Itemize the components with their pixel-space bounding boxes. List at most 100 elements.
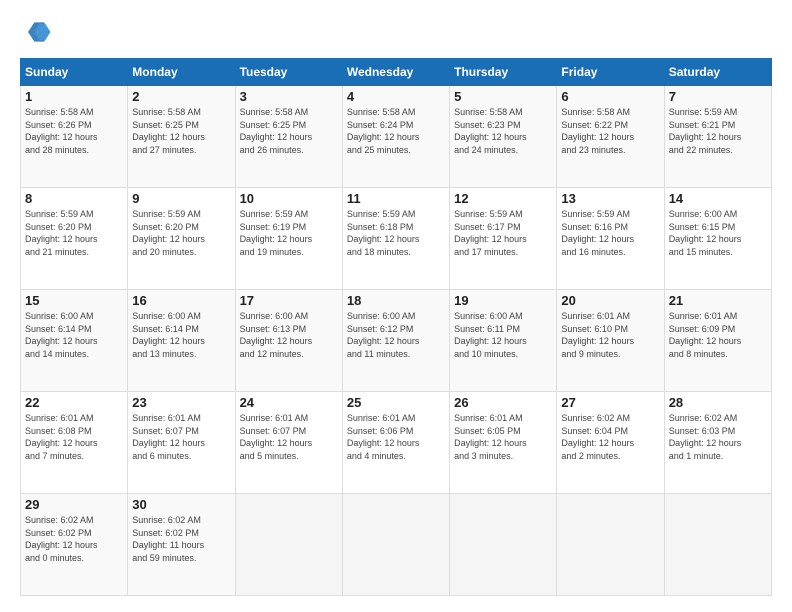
calendar-header-saturday: Saturday (664, 59, 771, 86)
day-info: Sunrise: 5:58 AM Sunset: 6:26 PM Dayligh… (25, 106, 123, 156)
calendar-cell: 26 Sunrise: 6:01 AM Sunset: 6:05 PM Dayli… (450, 392, 557, 494)
calendar-cell: 17 Sunrise: 6:00 AM Sunset: 6:13 PM Dayli… (235, 290, 342, 392)
calendar-cell: 6 Sunrise: 5:58 AM Sunset: 6:22 PM Daylig… (557, 86, 664, 188)
day-info: Sunrise: 6:02 AM Sunset: 6:02 PM Dayligh… (25, 514, 123, 564)
day-info: Sunrise: 6:01 AM Sunset: 6:06 PM Dayligh… (347, 412, 445, 462)
day-number: 10 (240, 191, 338, 206)
calendar-cell: 4 Sunrise: 5:58 AM Sunset: 6:24 PM Daylig… (342, 86, 449, 188)
day-info: Sunrise: 6:00 AM Sunset: 6:14 PM Dayligh… (25, 310, 123, 360)
day-number: 9 (132, 191, 230, 206)
day-info: Sunrise: 6:00 AM Sunset: 6:15 PM Dayligh… (669, 208, 767, 258)
calendar-cell: 16Sunrise: 6:00 AM Sunset: 6:14 PM Dayli… (128, 290, 235, 392)
day-info: Sunrise: 5:58 AM Sunset: 6:25 PM Dayligh… (240, 106, 338, 156)
day-number: 8 (25, 191, 123, 206)
calendar-cell: 20 Sunrise: 6:01 AM Sunset: 6:10 PM Dayli… (557, 290, 664, 392)
calendar-cell (235, 494, 342, 596)
day-number: 5 (454, 89, 552, 104)
day-number: 19 (454, 293, 552, 308)
calendar-cell: 5 Sunrise: 5:58 AM Sunset: 6:23 PM Daylig… (450, 86, 557, 188)
day-number: 18 (347, 293, 445, 308)
day-info: Sunrise: 6:01 AM Sunset: 6:09 PM Dayligh… (669, 310, 767, 360)
calendar-cell: 25 Sunrise: 6:01 AM Sunset: 6:06 PM Dayli… (342, 392, 449, 494)
day-number: 27 (561, 395, 659, 410)
day-number: 14 (669, 191, 767, 206)
day-number: 26 (454, 395, 552, 410)
calendar-cell (450, 494, 557, 596)
calendar-week-2: 8 Sunrise: 5:59 AM Sunset: 6:20 PM Daylig… (21, 188, 772, 290)
day-info: Sunrise: 5:58 AM Sunset: 6:22 PM Dayligh… (561, 106, 659, 156)
day-info: Sunrise: 6:01 AM Sunset: 6:07 PM Dayligh… (132, 412, 230, 462)
day-number: 24 (240, 395, 338, 410)
calendar-header-friday: Friday (557, 59, 664, 86)
calendar-cell: 14 Sunrise: 6:00 AM Sunset: 6:15 PM Dayli… (664, 188, 771, 290)
day-number: 11 (347, 191, 445, 206)
day-info: Sunrise: 5:58 AM Sunset: 6:24 PM Dayligh… (347, 106, 445, 156)
calendar-week-5: 29 Sunrise: 6:02 AM Sunset: 6:02 PM Dayli… (21, 494, 772, 596)
calendar-header-sunday: Sunday (21, 59, 128, 86)
calendar-week-4: 22 Sunrise: 6:01 AM Sunset: 6:08 PM Dayli… (21, 392, 772, 494)
day-number: 21 (669, 293, 767, 308)
day-info: Sunrise: 6:01 AM Sunset: 6:10 PM Dayligh… (561, 310, 659, 360)
calendar-cell: 1 Sunrise: 5:58 AM Sunset: 6:26 PM Daylig… (21, 86, 128, 188)
logo-icon (20, 16, 52, 48)
calendar-cell (342, 494, 449, 596)
calendar-cell (557, 494, 664, 596)
calendar-header-thursday: Thursday (450, 59, 557, 86)
calendar-header-tuesday: Tuesday (235, 59, 342, 86)
calendar-cell: 27 Sunrise: 6:02 AM Sunset: 6:04 PM Dayli… (557, 392, 664, 494)
day-info: Sunrise: 6:00 AM Sunset: 6:13 PM Dayligh… (240, 310, 338, 360)
day-info: Sunrise: 6:02 AM Sunset: 6:03 PM Dayligh… (669, 412, 767, 462)
calendar-cell: 12 Sunrise: 5:59 AM Sunset: 6:17 PM Dayli… (450, 188, 557, 290)
day-number: 28 (669, 395, 767, 410)
header (20, 16, 772, 48)
day-info: Sunrise: 6:00 AM Sunset: 6:11 PM Dayligh… (454, 310, 552, 360)
calendar-header-wednesday: Wednesday (342, 59, 449, 86)
day-info: Sunrise: 6:02 AM Sunset: 6:02 PM Dayligh… (132, 514, 230, 564)
calendar-cell: 8 Sunrise: 5:59 AM Sunset: 6:20 PM Daylig… (21, 188, 128, 290)
day-number: 1 (25, 89, 123, 104)
calendar-cell (664, 494, 771, 596)
logo (20, 16, 56, 48)
day-number: 22 (25, 395, 123, 410)
day-number: 4 (347, 89, 445, 104)
calendar-cell: 28 Sunrise: 6:02 AM Sunset: 6:03 PM Dayli… (664, 392, 771, 494)
day-info: Sunrise: 6:01 AM Sunset: 6:05 PM Dayligh… (454, 412, 552, 462)
day-info: Sunrise: 6:00 AM Sunset: 6:12 PM Dayligh… (347, 310, 445, 360)
calendar-table: SundayMondayTuesdayWednesdayThursdayFrid… (20, 58, 772, 596)
calendar-cell: 11Sunrise: 5:59 AM Sunset: 6:18 PM Dayli… (342, 188, 449, 290)
day-info: Sunrise: 6:02 AM Sunset: 6:04 PM Dayligh… (561, 412, 659, 462)
calendar-cell: 23Sunrise: 6:01 AM Sunset: 6:07 PM Dayli… (128, 392, 235, 494)
day-info: Sunrise: 5:59 AM Sunset: 6:20 PM Dayligh… (132, 208, 230, 258)
day-number: 6 (561, 89, 659, 104)
calendar-cell: 21 Sunrise: 6:01 AM Sunset: 6:09 PM Dayli… (664, 290, 771, 392)
day-number: 3 (240, 89, 338, 104)
calendar-cell: 19 Sunrise: 6:00 AM Sunset: 6:11 PM Dayli… (450, 290, 557, 392)
calendar-week-3: 15Sunrise: 6:00 AM Sunset: 6:14 PM Dayli… (21, 290, 772, 392)
day-number: 20 (561, 293, 659, 308)
day-info: Sunrise: 6:01 AM Sunset: 6:07 PM Dayligh… (240, 412, 338, 462)
day-info: Sunrise: 6:01 AM Sunset: 6:08 PM Dayligh… (25, 412, 123, 462)
calendar-cell: 15Sunrise: 6:00 AM Sunset: 6:14 PM Dayli… (21, 290, 128, 392)
day-number: 7 (669, 89, 767, 104)
calendar-cell: 10 Sunrise: 5:59 AM Sunset: 6:19 PM Dayli… (235, 188, 342, 290)
calendar-cell: 29 Sunrise: 6:02 AM Sunset: 6:02 PM Dayli… (21, 494, 128, 596)
day-info: Sunrise: 5:58 AM Sunset: 6:23 PM Dayligh… (454, 106, 552, 156)
calendar-cell: 2Sunrise: 5:58 AM Sunset: 6:25 PM Daylig… (128, 86, 235, 188)
day-info: Sunrise: 5:59 AM Sunset: 6:19 PM Dayligh… (240, 208, 338, 258)
day-number: 13 (561, 191, 659, 206)
day-info: Sunrise: 5:59 AM Sunset: 6:17 PM Dayligh… (454, 208, 552, 258)
day-number: 30 (132, 497, 230, 512)
calendar-cell: 3 Sunrise: 5:58 AM Sunset: 6:25 PM Daylig… (235, 86, 342, 188)
day-number: 17 (240, 293, 338, 308)
day-number: 2 (132, 89, 230, 104)
calendar-cell: 24 Sunrise: 6:01 AM Sunset: 6:07 PM Dayli… (235, 392, 342, 494)
day-info: Sunrise: 5:59 AM Sunset: 6:21 PM Dayligh… (669, 106, 767, 156)
day-number: 25 (347, 395, 445, 410)
calendar-cell: 7 Sunrise: 5:59 AM Sunset: 6:21 PM Daylig… (664, 86, 771, 188)
calendar-cell: 30 Sunrise: 6:02 AM Sunset: 6:02 PM Dayli… (128, 494, 235, 596)
day-number: 16 (132, 293, 230, 308)
day-number: 29 (25, 497, 123, 512)
day-number: 12 (454, 191, 552, 206)
day-info: Sunrise: 5:59 AM Sunset: 6:20 PM Dayligh… (25, 208, 123, 258)
calendar-header-row: SundayMondayTuesdayWednesdayThursdayFrid… (21, 59, 772, 86)
